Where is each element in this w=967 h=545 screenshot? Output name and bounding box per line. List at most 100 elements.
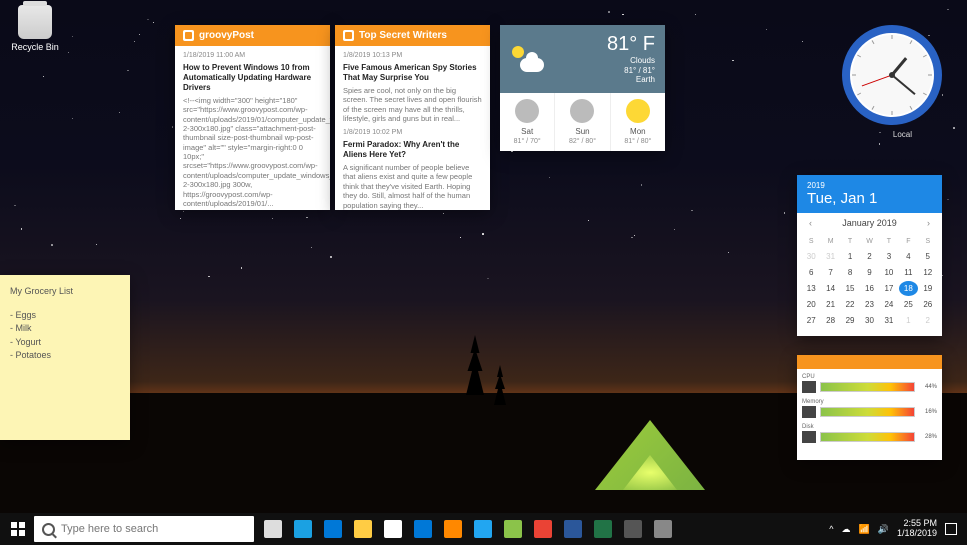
calendar-day[interactable]: 2 [860, 249, 878, 264]
search-icon [42, 523, 55, 536]
performance-meter-widget[interactable]: CPU44%Memory16%Disk28% [797, 355, 942, 460]
taskbar-app-fences[interactable] [620, 516, 646, 542]
taskbar-app-chrome[interactable] [530, 516, 556, 542]
calendar-day[interactable]: 12 [919, 265, 937, 280]
analog-clock-widget[interactable] [842, 25, 942, 125]
calendar-day[interactable]: 17 [880, 281, 898, 296]
search-placeholder: Type here to search [61, 523, 158, 535]
calendar-day[interactable]: 24 [880, 297, 898, 312]
tray-chevron-up-icon[interactable]: ^ [829, 524, 833, 534]
rss-widget-groovypost[interactable]: groovyPost 1/18/2019 11:00 AM How to Pre… [175, 25, 330, 210]
rss-item-title[interactable]: How to Prevent Windows 10 from Automatic… [183, 63, 322, 93]
taskbar-app-cortana[interactable] [290, 516, 316, 542]
forecast-day[interactable]: Mon81° / 80° [611, 93, 665, 151]
recycle-bin-icon[interactable]: Recycle Bin [10, 5, 60, 52]
taskbar-date: 1/18/2019 [897, 529, 937, 539]
recycle-bin-label: Recycle Bin [11, 42, 59, 52]
calendar-day[interactable]: 13 [802, 281, 820, 296]
rss-widget-topsecret[interactable]: Top Secret Writers 1/8/2019 10:13 PM Five… [335, 25, 490, 210]
taskbar-app-vscode[interactable] [470, 516, 496, 542]
rss-header: Top Secret Writers [335, 25, 490, 46]
taskbar-app-word[interactable] [560, 516, 586, 542]
cloud-icon [515, 99, 539, 123]
calendar-day[interactable]: 22 [841, 297, 859, 312]
taskbar: Type here to search ^ ☁ 📶 🔊 2:55 PM 1/18… [0, 513, 967, 545]
search-box[interactable]: Type here to search [34, 516, 254, 542]
taskbar-app-gadgets[interactable] [500, 516, 526, 542]
taskbar-app-file-explorer[interactable] [350, 516, 376, 542]
rss-item-date: 1/8/2019 10:13 PM [343, 52, 482, 61]
calendar-day[interactable]: 10 [880, 265, 898, 280]
calendar-day[interactable]: 11 [899, 265, 917, 280]
calendar-weekday: S [802, 235, 820, 248]
calendar-day[interactable]: 14 [821, 281, 839, 296]
forecast-day-name: Mon [611, 127, 665, 136]
taskbar-app-excel[interactable] [590, 516, 616, 542]
rss-header: groovyPost [175, 25, 330, 46]
calendar-day[interactable]: 31 [821, 249, 839, 264]
calendar-day[interactable]: 1 [841, 249, 859, 264]
start-button[interactable] [4, 515, 32, 543]
calendar-day[interactable]: 30 [802, 249, 820, 264]
taskbar-app-edge[interactable] [320, 516, 346, 542]
note-item: - Milk [10, 322, 120, 336]
calendar-day[interactable]: 2 [919, 313, 937, 328]
calendar-day[interactable]: 5 [919, 249, 937, 264]
tent [595, 420, 705, 490]
calendar-day[interactable]: 9 [860, 265, 878, 280]
calendar-day[interactable]: 23 [860, 297, 878, 312]
calendar-prev-icon[interactable]: ‹ [805, 218, 816, 228]
calendar-weekday: F [899, 235, 917, 248]
taskbar-app-store[interactable] [380, 516, 406, 542]
tray-onedrive-icon[interactable]: ☁ [842, 524, 851, 535]
tray-network-icon[interactable]: 📶 [859, 524, 870, 535]
calendar-day[interactable]: 26 [919, 297, 937, 312]
calendar-next-icon[interactable]: › [923, 218, 934, 228]
rss-item-title[interactable]: Fermi Paradox: Why Aren't the Aliens Her… [343, 140, 482, 160]
calendar-day[interactable]: 1 [899, 313, 917, 328]
taskbar-app-app[interactable] [650, 516, 676, 542]
tray-notifications-icon[interactable] [945, 523, 957, 535]
calendar-day[interactable]: 29 [841, 313, 859, 328]
forecast-day[interactable]: Sat81° / 70° [500, 93, 555, 151]
calendar-day[interactable]: 3 [880, 249, 898, 264]
meter-icon [802, 431, 816, 443]
calendar-day[interactable]: 16 [860, 281, 878, 296]
calendar-day[interactable]: 31 [880, 313, 898, 328]
note-item: - Potatoes [10, 349, 120, 363]
taskbar-app-task-view[interactable] [260, 516, 286, 542]
calendar-day[interactable]: 7 [821, 265, 839, 280]
calendar-day[interactable]: 20 [802, 297, 820, 312]
calendar-day[interactable]: 8 [841, 265, 859, 280]
meter-value: 16% [919, 409, 937, 415]
calendar-weekday: T [880, 235, 898, 248]
taskbar-app-vlc[interactable] [440, 516, 466, 542]
forecast-day-name: Sat [500, 127, 554, 136]
weather-widget[interactable]: 81° F Clouds81° / 81°Earth Sat81° / 70°S… [500, 25, 665, 151]
calendar-day[interactable]: 18 [899, 281, 917, 296]
weather-temp: 81° F [607, 33, 655, 56]
forecast-day[interactable]: Sun82° / 80° [555, 93, 610, 151]
system-tray[interactable]: ^ ☁ 📶 🔊 2:55 PM 1/18/2019 [829, 519, 963, 539]
forecast-temps: 82° / 80° [555, 138, 609, 145]
weather-hilo: 81° / 81° [624, 66, 655, 75]
calendar-widget[interactable]: 2019 Tue, Jan 1 ‹ January 2019 › SMTWTFS… [797, 175, 942, 336]
calendar-day[interactable]: 19 [919, 281, 937, 296]
taskbar-clock[interactable]: 2:55 PM 1/18/2019 [897, 519, 937, 539]
calendar-weekday: S [919, 235, 937, 248]
note-item: - Yogurt [10, 336, 120, 350]
calendar-day[interactable]: 6 [802, 265, 820, 280]
rss-source: Top Secret Writers [359, 30, 447, 41]
calendar-day[interactable]: 27 [802, 313, 820, 328]
calendar-day[interactable]: 21 [821, 297, 839, 312]
calendar-day[interactable]: 15 [841, 281, 859, 296]
rss-item-title[interactable]: Five Famous American Spy Stories That Ma… [343, 63, 482, 83]
calendar-day[interactable]: 25 [899, 297, 917, 312]
tray-volume-icon[interactable]: 🔊 [878, 524, 889, 535]
calendar-day[interactable]: 28 [821, 313, 839, 328]
rss-icon [183, 30, 194, 41]
calendar-day[interactable]: 30 [860, 313, 878, 328]
sticky-note-widget[interactable]: My Grocery List - Eggs- Milk- Yogurt- Po… [0, 275, 130, 440]
calendar-day[interactable]: 4 [899, 249, 917, 264]
taskbar-app-mail[interactable] [410, 516, 436, 542]
